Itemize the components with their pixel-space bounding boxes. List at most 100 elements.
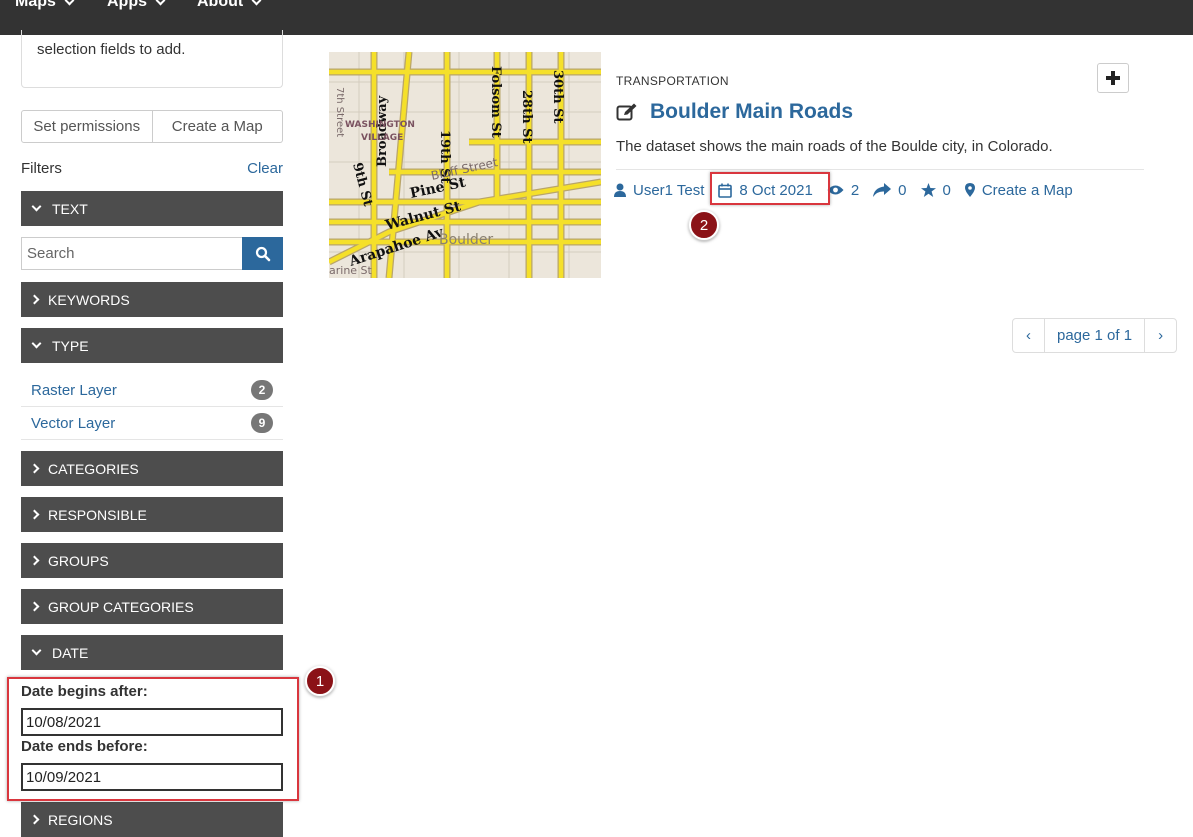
svg-text:7th Street: 7th Street [334,87,345,137]
svg-text:Broadway: Broadway [375,95,390,167]
type-raster-layer[interactable]: Raster Layer 2 [21,374,283,407]
facet-groups-label: GROUPS [48,552,109,569]
result-category: TRANSPORTATION [616,74,729,88]
type-raster-count: 2 [251,380,273,400]
favorites-count[interactable]: 0 [920,181,951,199]
svg-text:arine St: arine St [329,264,373,277]
add-button[interactable] [1097,63,1129,93]
nav-apps-label: Apps [107,0,147,10]
facet-categories-label: CATEGORIES [48,460,139,477]
annotation-marker-2: 2 [689,210,719,240]
nav-maps-label: Maps [15,0,56,10]
favorites-value: 0 [942,181,951,199]
date-link[interactable]: 8 Oct 2021 [718,181,813,199]
next-page-button[interactable]: › [1145,319,1176,352]
eye-icon [827,185,844,195]
chevron-right-icon [29,601,40,612]
chevron-right-icon [29,509,40,520]
svg-text:28th St: 28th St [519,90,534,143]
type-vector-label: Vector Layer [31,414,116,432]
result-title-link[interactable]: Boulder Main Roads [650,100,853,124]
owner-link[interactable]: User1 Test [614,182,704,199]
search-button[interactable] [242,237,283,270]
facet-categories[interactable]: CATEGORIES [21,451,283,486]
type-raster-label: Raster Layer [31,381,117,399]
nav-apps-menu[interactable]: Apps [107,0,166,11]
nav-maps-menu[interactable]: Maps [15,0,75,11]
map-marker-icon [964,183,975,197]
shares-value: 0 [898,181,907,199]
facet-group-categories-label: GROUP CATEGORIES [48,598,194,615]
svg-text:30th St: 30th St [550,70,565,123]
date-ends-input[interactable] [21,763,283,791]
pagination: ‹ page 1 of 1 › [1012,318,1178,353]
chevron-down-icon [31,201,42,212]
user-icon [614,183,626,197]
chevron-down-icon [31,338,42,349]
facet-regions[interactable]: REGIONS [21,802,283,837]
clear-filters-link[interactable]: Clear [247,160,283,177]
nav-about-label: About [197,0,244,10]
calendar-icon [718,183,733,198]
share-icon [873,183,892,197]
result-title-row: Boulder Main Roads [616,100,853,124]
filters-title: Filters [21,160,62,177]
publication-date: 8 Oct 2021 [739,181,813,199]
set-permissions-button[interactable]: Set permissions [21,110,153,143]
facet-text[interactable]: TEXT [21,191,283,226]
chevron-down-icon [155,0,166,5]
date-ends-label: Date ends before: [21,738,148,755]
svg-text:VILLAGE: VILLAGE [361,133,403,143]
date-begins-label: Date begins after: [21,683,148,700]
chevron-right-icon [29,814,40,825]
create-map-label: Create a Map [981,181,1073,199]
svg-text:WASHINGTON: WASHINGTON [345,120,415,130]
facet-date-label: DATE [52,644,89,661]
annotation-marker-1: 1 [305,666,335,696]
text-search [21,237,283,270]
plus-icon [1106,71,1120,85]
views-value: 2 [850,181,860,199]
result-meta: User1 Test 8 Oct 2021 2 0 0 Create a Map [614,179,1087,201]
page-indicator: page 1 of 1 [1044,319,1146,352]
star-icon [920,183,936,197]
action-button-group: Set permissions Create a Map [21,110,283,143]
facet-regions-label: REGIONS [48,811,113,828]
result-divider [616,169,1144,170]
type-vector-layer[interactable]: Vector Layer 9 [21,407,283,440]
search-icon [255,246,270,261]
filters-header: Filters Clear [21,160,283,177]
chevron-down-icon [64,0,75,5]
svg-text:Boulder: Boulder [439,232,493,248]
facet-date[interactable]: DATE [21,635,283,670]
facet-group-categories[interactable]: GROUP CATEGORIES [21,589,283,624]
edit-icon[interactable] [616,103,638,121]
search-input[interactable] [21,237,242,270]
facet-text-label: TEXT [52,200,88,217]
selection-hint-text: selection fields to add. [37,41,186,58]
facet-type-label: TYPE [52,337,89,354]
selection-hint-box: selection fields to add. [21,30,283,88]
create-map-link[interactable]: Create a Map [964,181,1073,199]
chevron-down-icon [31,645,42,656]
facet-type[interactable]: TYPE [21,328,283,363]
facet-groups[interactable]: GROUPS [21,543,283,578]
map-thumbnail-image: Broadway 19th St Folsom St 28th St 30th … [329,52,601,278]
chevron-down-icon [251,0,262,5]
chevron-right-icon [29,294,40,305]
result-description: The dataset shows the main roads of the … [616,138,1053,155]
map-thumbnail[interactable]: Broadway 19th St Folsom St 28th St 30th … [329,52,601,278]
nav-about-menu[interactable]: About [197,0,262,11]
create-map-button[interactable]: Create a Map [152,110,283,143]
facet-responsible[interactable]: RESPONSIBLE [21,497,283,532]
prev-page-button[interactable]: ‹ [1013,319,1044,352]
svg-text:Folsom St: Folsom St [488,66,503,138]
type-vector-count: 9 [251,413,273,433]
date-begins-input[interactable] [21,708,283,736]
facet-keywords-label: KEYWORDS [48,291,130,308]
facet-keywords[interactable]: KEYWORDS [21,282,283,317]
views-count[interactable]: 2 [827,182,859,199]
chevron-right-icon [29,555,40,566]
shares-count[interactable]: 0 [873,181,907,199]
owner-name: User1 Test [633,181,705,199]
